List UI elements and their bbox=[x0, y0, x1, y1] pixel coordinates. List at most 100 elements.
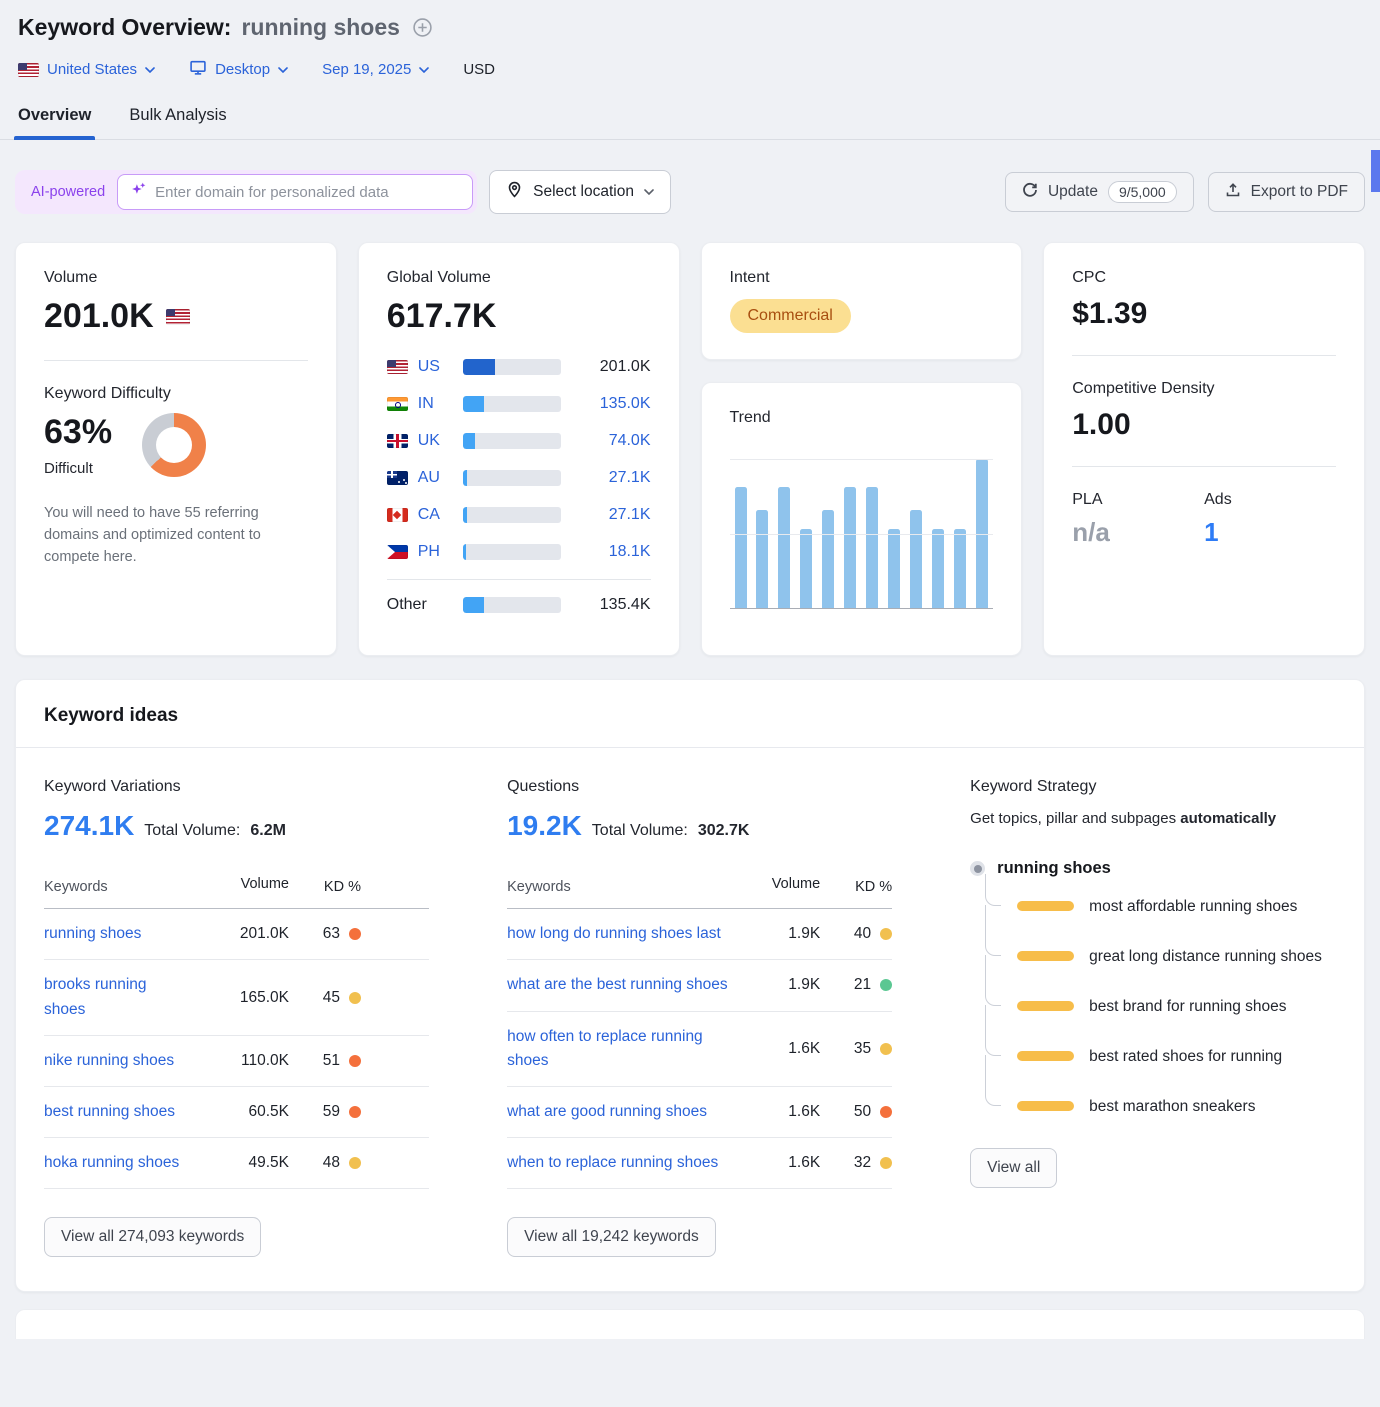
keyword-link[interactable]: running shoes bbox=[44, 922, 194, 946]
keyword-ideas-title: Keyword ideas bbox=[16, 680, 1364, 748]
kd-dot-icon bbox=[349, 1055, 361, 1067]
scrollbar-thumb[interactable] bbox=[1371, 150, 1380, 192]
intent-card: Intent Commercial bbox=[701, 242, 1023, 360]
root-bullet-icon bbox=[970, 861, 985, 876]
keyword-volume: 1.6K bbox=[738, 1103, 820, 1121]
keyword-overview-page: Keyword Overview: running shoes United S… bbox=[0, 0, 1380, 1339]
device-filter[interactable]: Desktop bbox=[189, 59, 288, 80]
keyword-link[interactable]: how often to replace running shoes bbox=[507, 1025, 738, 1073]
intent-badge[interactable]: Commercial bbox=[730, 299, 851, 333]
country-code-link[interactable]: AU bbox=[418, 469, 440, 487]
tab-overview[interactable]: Overview bbox=[18, 106, 91, 139]
filters-bar: United States Desktop Sep 19, 2025 USD bbox=[15, 59, 1365, 80]
strategy-child-node[interactable]: best rated shoes for running bbox=[985, 1044, 1336, 1070]
table-row: how often to replace running shoes 1.6K … bbox=[507, 1012, 892, 1087]
device-filter-label: Desktop bbox=[215, 61, 270, 78]
page-title: Keyword Overview: bbox=[18, 14, 231, 41]
us-flag-icon bbox=[166, 309, 190, 325]
kd-value: 63 bbox=[323, 925, 340, 943]
country-volume-bar bbox=[463, 507, 561, 523]
questions-total-label: Total Volume: bbox=[592, 822, 688, 840]
trend-bar bbox=[888, 529, 900, 608]
global-volume-value: 617.7K bbox=[387, 297, 497, 336]
keyword-kd: 63 bbox=[289, 925, 361, 943]
strategy-child-node[interactable]: best marathon sneakers bbox=[985, 1094, 1336, 1120]
kd-value: 50 bbox=[854, 1103, 871, 1121]
variations-table-header: Keywords Volume KD % bbox=[44, 876, 429, 909]
domain-input[interactable] bbox=[155, 184, 460, 201]
country-volume-value: 201.0K bbox=[561, 358, 651, 376]
chevron-down-icon bbox=[278, 67, 288, 73]
questions-count[interactable]: 19.2K bbox=[507, 810, 582, 842]
topic-pill-icon bbox=[1017, 1101, 1074, 1111]
trend-bar bbox=[756, 510, 768, 608]
country-volume-value: 74.0K bbox=[561, 432, 651, 450]
volume-value: 201.0K bbox=[44, 297, 154, 336]
export-pdf-button[interactable]: Export to PDF bbox=[1208, 172, 1365, 212]
ai-domain-group: AI-powered bbox=[15, 170, 477, 214]
variations-title: Keyword Variations bbox=[44, 778, 429, 796]
keyword-link[interactable]: what are good running shoes bbox=[507, 1100, 738, 1124]
view-all-variations-button[interactable]: View all 274,093 keywords bbox=[44, 1217, 261, 1257]
keyword-volume: 1.6K bbox=[738, 1154, 820, 1172]
in-flag-icon bbox=[387, 397, 408, 411]
view-all-strategy-button[interactable]: View all bbox=[970, 1148, 1057, 1188]
trend-bar bbox=[778, 487, 790, 608]
table-row: what are good running shoes 1.6K 50 bbox=[507, 1087, 892, 1138]
country-code-link[interactable]: CA bbox=[418, 506, 440, 524]
kd-dot-icon bbox=[880, 1043, 892, 1055]
currency-label: USD bbox=[463, 61, 495, 78]
strategy-child-node[interactable]: best brand for running shoes bbox=[985, 994, 1336, 1020]
tab-bulk-analysis[interactable]: Bulk Analysis bbox=[129, 106, 226, 139]
keyword-variations-section: Keyword Variations 274.1K Total Volume: … bbox=[44, 778, 429, 1257]
competitive-density-value: 1.00 bbox=[1072, 408, 1130, 442]
country-volume-bar bbox=[463, 396, 561, 412]
chevron-down-icon bbox=[644, 189, 654, 195]
keyword-link[interactable]: brooks running shoes bbox=[44, 973, 194, 1021]
kd-value: 35 bbox=[854, 1040, 871, 1058]
other-volume-bar bbox=[463, 597, 561, 613]
country-code-link[interactable]: IN bbox=[418, 395, 434, 413]
country-code-link[interactable]: PH bbox=[418, 543, 440, 561]
trend-bar bbox=[932, 529, 944, 608]
keyword-link[interactable]: when to replace running shoes bbox=[507, 1151, 738, 1175]
table-row: what are the best running shoes 1.9K 21 bbox=[507, 960, 892, 1011]
variations-count[interactable]: 274.1K bbox=[44, 810, 134, 842]
date-filter[interactable]: Sep 19, 2025 bbox=[322, 61, 429, 78]
keyword-link[interactable]: nike running shoes bbox=[44, 1049, 194, 1073]
cpc-value: $1.39 bbox=[1072, 297, 1147, 331]
table-row: brooks running shoes 165.0K 45 bbox=[44, 960, 429, 1035]
questions-total-value: 302.7K bbox=[698, 822, 750, 840]
table-row: how long do running shoes last 1.9K 40 bbox=[507, 909, 892, 960]
strategy-child-label: most affordable running shoes bbox=[1089, 894, 1297, 920]
country-code-link[interactable]: US bbox=[418, 358, 440, 376]
strategy-child-node[interactable]: most affordable running shoes bbox=[985, 894, 1336, 920]
strategy-subtitle: Get topics, pillar and subpages automati… bbox=[970, 810, 1336, 827]
update-button[interactable]: Update 9/5,000 bbox=[1005, 172, 1194, 212]
keyword-link[interactable]: hoka running shoes bbox=[44, 1151, 194, 1175]
country-code-link[interactable]: UK bbox=[418, 432, 440, 450]
view-all-questions-button[interactable]: View all 19,242 keywords bbox=[507, 1217, 716, 1257]
trend-bar bbox=[822, 510, 834, 608]
metrics-row: Volume 201.0K Keyword Difficulty 63% Dif… bbox=[15, 242, 1365, 656]
update-quota-badge: 9/5,000 bbox=[1108, 181, 1177, 203]
kd-dot-icon bbox=[349, 1157, 361, 1169]
strategy-child-node[interactable]: great long distance running shoes bbox=[985, 944, 1336, 970]
ads-value[interactable]: 1 bbox=[1204, 517, 1336, 548]
difficulty-donut-chart bbox=[142, 413, 206, 477]
country-volume-value: 18.1K bbox=[561, 543, 651, 561]
sparkle-icon bbox=[130, 181, 147, 203]
select-location-button[interactable]: Select location bbox=[489, 170, 671, 214]
add-keyword-icon[interactable] bbox=[412, 17, 433, 38]
strategy-root-node[interactable]: running shoes bbox=[970, 859, 1336, 878]
difficulty-value: 63% bbox=[44, 413, 112, 452]
kd-dot-icon bbox=[349, 992, 361, 1004]
kd-dot-icon bbox=[349, 928, 361, 940]
keyword-link[interactable]: what are the best running shoes bbox=[507, 973, 738, 997]
pla-value: n/a bbox=[1072, 517, 1204, 548]
keyword-link[interactable]: best running shoes bbox=[44, 1100, 194, 1124]
kd-value: 59 bbox=[323, 1103, 340, 1121]
page-title-keyword: running shoes bbox=[241, 14, 399, 41]
country-filter[interactable]: United States bbox=[18, 61, 155, 78]
keyword-link[interactable]: how long do running shoes last bbox=[507, 922, 738, 946]
